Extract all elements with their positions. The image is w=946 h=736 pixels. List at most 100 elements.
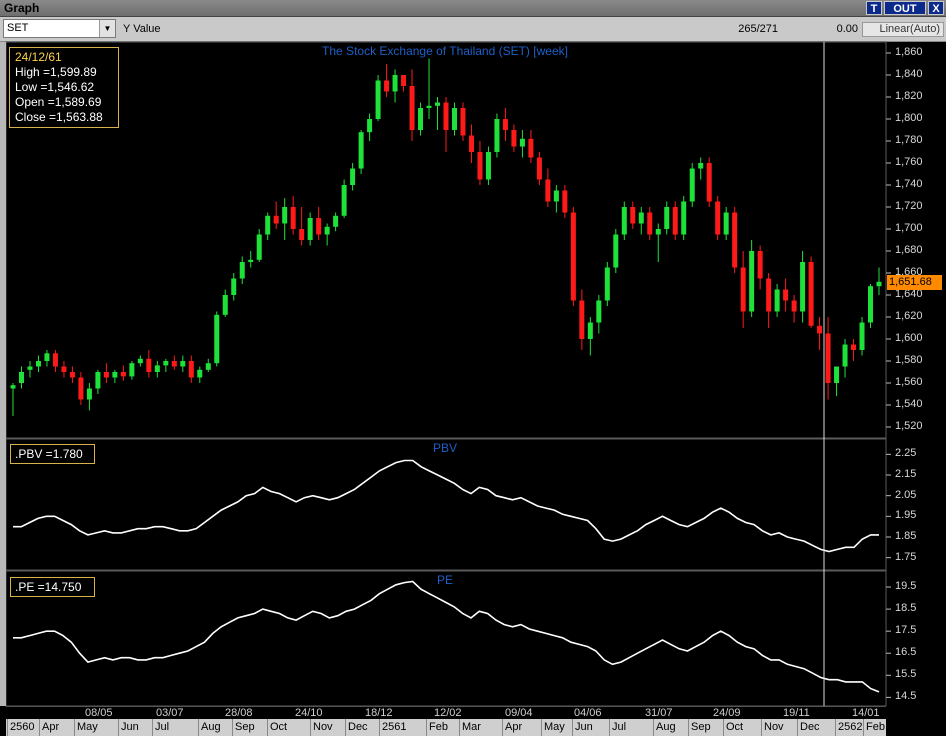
candle-body [587,322,593,339]
candle-body [358,132,364,169]
x-axis-months[interactable]: 2560 Apr May Jun Jul Aug Sep Oct Nov Dec 2561 Feb Ma… [6,719,886,736]
candle-body [222,295,228,315]
pbv-panel-title: PBV [432,441,457,455]
pe-tick-label: 15.5 [895,668,917,681]
price-tick-label: 1,540 [895,398,923,410]
candle-body [52,353,58,367]
candle-body [698,163,704,169]
candle-body [35,361,41,367]
ohlc-close: Close =1,563.88 [15,110,103,124]
x-month-label: Nov [764,721,784,733]
price-tick-label: 1,640 [895,288,923,300]
x-month-label: 2562 [838,721,863,733]
panel-frame-2 [5,570,887,707]
candle-body [664,207,670,229]
candle-body [316,218,322,235]
price-tick-label: 1,560 [895,376,923,388]
candle-body [392,75,398,92]
candle-body [868,286,874,323]
x-axis-dates: 08/05 03/07 28/08 24/10 18/12 12/02 09/04 04/06… [6,706,886,720]
x-month-label: Aug [656,721,676,733]
x-month-label: Dec [800,721,820,733]
chart-canvas[interactable] [0,0,946,736]
price-tick-label: 1,800 [895,112,923,124]
candle-body [282,207,288,224]
candle-body [740,267,746,312]
x-month-label: Nov [313,721,333,733]
candle-body [791,300,797,312]
x-month-label: Dec [348,721,368,733]
candle-body [299,229,305,240]
candle-body [732,212,738,268]
x-month-label: Jun [121,721,139,733]
x-month-divider [797,719,798,736]
candle-body [341,185,347,216]
candle-body [197,369,203,378]
price-tick-label: 1,820 [895,90,923,102]
candle-body [562,190,568,213]
ohlc-info-box: 24/12/61 High =1,599.89 Low =1,546.62 Op… [9,47,119,128]
price-tick-label: 1,700 [895,222,923,234]
candle-body [468,135,474,152]
ohlc-date: 24/12/61 [15,50,62,64]
candle-body [783,289,789,301]
x-month-label: Jul [155,721,170,733]
x-month-divider [7,719,8,736]
price-tick-label: 1,840 [895,68,923,80]
candle-body [401,75,407,86]
pbv-legend: .PBV =1.780 [10,444,95,464]
candle-body [409,86,415,130]
x-month-divider [761,719,762,736]
x-date-label: 04/06 [574,707,602,719]
x-month-divider [572,719,573,736]
x-month-divider [267,719,268,736]
candle-body [876,281,882,287]
candle-body [61,366,67,372]
candle-body [265,215,271,235]
candle-body [757,251,763,279]
x-date-label: 14/01 [852,707,880,719]
candle-body [842,344,848,367]
candle-body [485,152,491,180]
x-month-divider [39,719,40,736]
x-month-label: Feb [429,721,448,733]
pe-tick-label: 19.5 [895,580,917,593]
last-price-tag: 1,651.68 [887,274,942,290]
pe-panel-title: PE [436,573,453,587]
x-month-divider [310,719,311,736]
candle-body [180,361,186,367]
candle-body [511,130,517,147]
candle-body [129,363,135,377]
left-edge [0,42,6,706]
x-date-label: 31/07 [645,707,673,719]
pe-legend: .PE =14.750 [10,577,95,597]
pbv-tick-label: 2.25 [895,447,917,460]
price-tick-label: 1,520 [895,420,923,432]
candle-body [519,138,525,147]
candle-body [672,207,678,235]
x-month-label: Jun [575,721,593,733]
candle-body [817,325,823,334]
candle-body [851,344,857,350]
price-tick-label: 1,860 [895,46,923,58]
candle-body [528,138,534,158]
x-month-divider [118,719,119,736]
candle-body [706,163,712,202]
pbv-tick-label: 1.85 [895,530,917,542]
candle-body [834,366,840,383]
candle-body [460,108,466,136]
x-date-label: 18/12 [365,707,393,719]
candle-body [205,363,211,370]
x-month-divider [863,719,864,736]
pe-tick-label: 18.5 [895,602,917,615]
x-month-label: May [77,721,98,733]
panel-frame-1 [5,438,887,571]
pe-tick-label: 14.5 [895,690,917,703]
candle-body [579,300,585,339]
candle-body [10,385,16,389]
x-month-label: Oct [726,721,744,733]
x-month-divider [609,719,610,736]
ohlc-low: Low =1,546.62 [15,80,95,94]
x-month-divider [541,719,542,736]
ohlc-high: High =1,599.89 [15,65,97,79]
